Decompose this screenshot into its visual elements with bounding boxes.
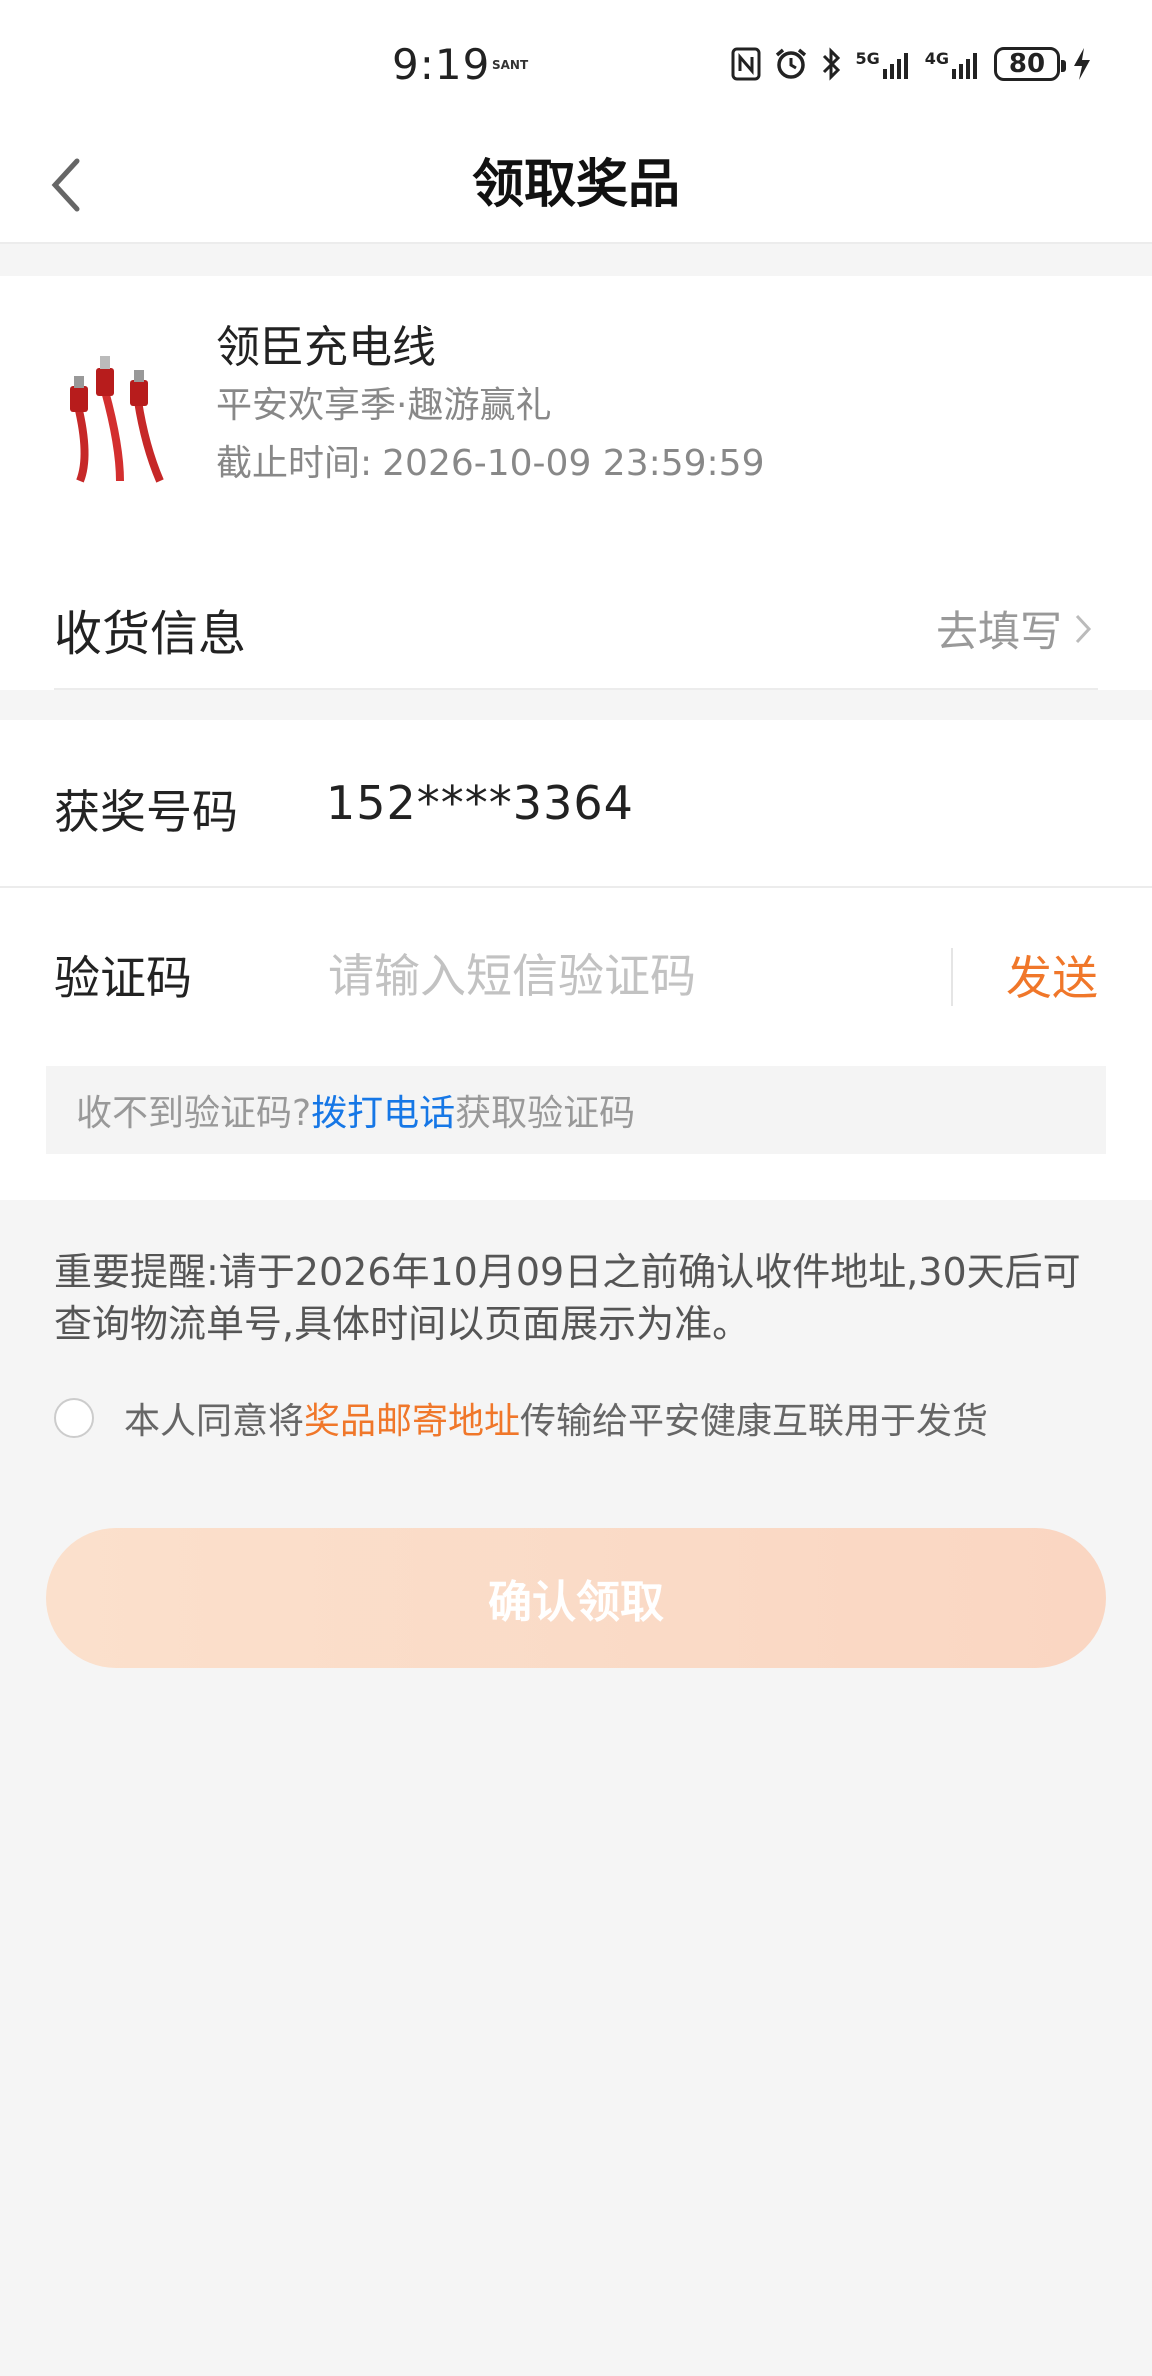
prize-card: 领臣充电线 平安欢享季·趣游赢礼 截止时间: 2026-10-09 23:59:5… [0,276,1152,690]
charging-icon [1072,46,1092,82]
deadline-value: 2026-10-09 23:59:59 [382,443,765,484]
fill-shipping-text: 去填写 [935,607,1062,656]
fill-shipping-link[interactable]: 去填写 [936,598,1092,659]
page-title: 领取奖品 [471,155,680,215]
winner-phone-label: 获奖号码 [54,785,238,839]
signal-5g-icon: 5G [855,49,912,79]
prize-campaign: 平安欢享季·趣游赢礼 [216,385,552,426]
charging-cable-icon [70,356,164,483]
status-icons: 5G 4G 80 [731,44,1092,84]
shipping-info-row[interactable]: 收货信息 去填写 [0,566,1152,690]
code-help-prefix: 收不到验证码? [76,1093,312,1134]
important-notice: 重要提醒:请于2026年10月09日之前确认收件地址,30天后可查询物流单号,具… [54,1250,1081,1346]
status-bar: 9:19 SANT 5G 4G 80 [0,0,1152,130]
prize-name: 领臣充电线 [216,322,436,373]
signal-4g-label: 4G [924,49,949,68]
verification-card: 获奖号码 152****3364 验证码 发送 收不到验证码?拨打电话获取验证码 [0,720,1152,1200]
agreement-prefix: 本人同意将 [124,1401,305,1442]
agreement-text: 本人同意将奖品邮寄地址传输给平安健康互联用于发货 [124,1392,988,1444]
divider [951,948,953,1006]
call-phone-link[interactable]: 拨打电话 [311,1084,455,1136]
send-code-button[interactable]: 发送 [1006,942,1098,1008]
verify-code-row: 验证码 发送 [0,890,1152,1060]
winner-phone-value: 152****3364 [326,776,634,830]
signal-4g-icon: 4G [925,49,982,79]
bluetooth-icon [821,46,843,82]
carrier-tag: SANT [492,58,529,72]
agreement-checkbox[interactable] [54,1398,94,1438]
status-time: 9:19 [392,40,491,89]
verify-code-label: 验证码 [54,951,192,1005]
chevron-right-icon [1075,614,1092,643]
shipping-info-label: 收货信息 [54,606,247,662]
prize-deadline: 截止时间: 2026-10-09 23:59:59 [216,434,764,486]
divider [54,688,1098,690]
code-help-suffix: 获取验证码 [455,1093,636,1134]
alarm-icon [773,46,809,82]
nav-header: 领取奖品 [0,130,1152,244]
verify-code-input[interactable] [326,938,926,1014]
signal-5g-label: 5G [855,49,880,68]
battery-level: 80 [1008,49,1046,79]
agreement-row: 本人同意将奖品邮寄地址传输给平安健康互联用于发货 [54,1388,988,1448]
nfc-icon [731,47,761,81]
deadline-label: 截止时间: [216,443,373,484]
winner-phone-row: 获奖号码 152****3364 [0,720,1152,888]
mailing-address-link[interactable]: 奖品邮寄地址 [304,1401,520,1442]
agreement-suffix: 传输给平安健康互联用于发货 [520,1401,989,1442]
prize-image [50,346,180,486]
battery-icon: 80 [994,47,1066,81]
confirm-claim-button[interactable]: 确认领取 [46,1528,1106,1668]
code-help-box: 收不到验证码? 拨打电话 获取验证码 [46,1066,1106,1154]
